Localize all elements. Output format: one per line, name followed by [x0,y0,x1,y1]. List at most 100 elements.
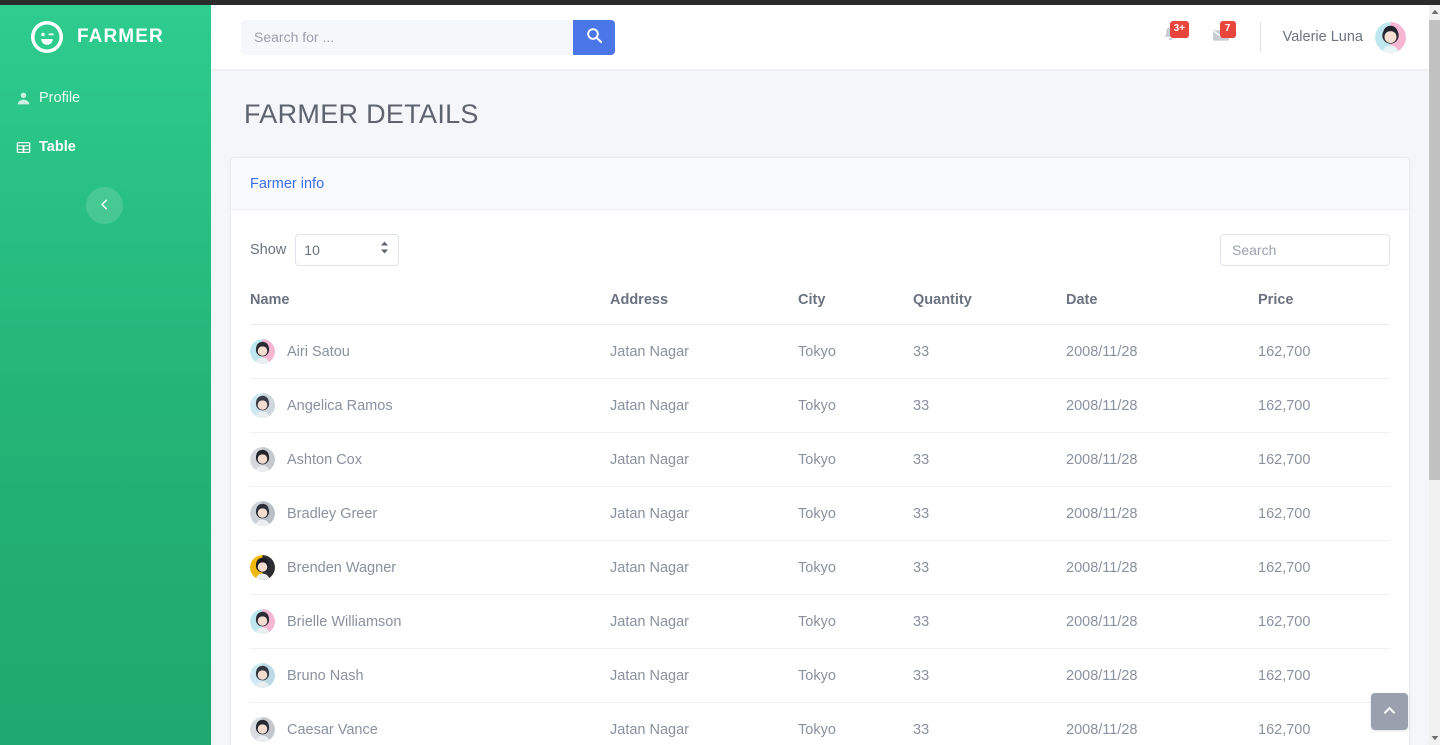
cell-city: Tokyo [798,378,913,433]
cell-date: 2008/11/28 [1066,594,1258,649]
show-label: Show [250,241,287,258]
row-avatar [250,339,275,364]
cell-price: 162,700 [1258,648,1390,703]
notifications-button[interactable]: 3+ [1154,20,1190,54]
cell-date: 2008/11/28 [1066,540,1258,595]
row-avatar [250,501,275,526]
cell-name: Ashton Cox [250,432,610,487]
table-row[interactable]: Angelica Ramos Jatan Nagar Tokyo 33 2008/11/… [250,378,1390,433]
column-header-quantity[interactable]: Quantity [913,282,1066,325]
cell-city: Tokyo [798,648,913,703]
table-row[interactable]: Brielle Williamson Jatan Nagar Tokyo 33 2008… [250,594,1390,649]
sidebar-item-table[interactable]: Table [0,130,211,164]
cell-quantity: 33 [913,540,1066,595]
card-body: Show 10 25 50 100 [231,210,1409,745]
table-row[interactable]: Airi Satou Jatan Nagar Tokyo 33 2008/11/28 16… [250,324,1390,379]
column-header-price[interactable]: Price [1258,282,1390,325]
column-header-city[interactable]: City [798,282,913,325]
cell-quantity: 33 [913,378,1066,433]
row-name-text: Caesar Vance [287,721,378,738]
column-header-date[interactable]: Date [1066,282,1258,325]
chevron-up-icon [1382,703,1397,721]
cell-date: 2008/11/28 [1066,648,1258,703]
column-header-name[interactable]: Name [250,282,610,325]
row-name-text: Airi Satou [287,343,350,360]
table-search-input[interactable] [1220,233,1390,266]
main-area: 3+ 7 Valerie Luna [211,5,1429,745]
cell-quantity: 33 [913,702,1066,745]
top-header: 3+ 7 Valerie Luna [211,5,1429,69]
cell-address: Jatan Nagar [610,594,798,649]
sidebar: FARMER Profile Table [0,5,211,745]
search-input[interactable] [241,19,573,55]
messages-button[interactable]: 7 [1204,20,1238,54]
cell-price: 162,700 [1258,378,1390,433]
table-row[interactable]: Bradley Greer Jatan Nagar Tokyo 33 2008/11/2… [250,486,1390,541]
cell-price: 162,700 [1258,324,1390,379]
cell-city: Tokyo [798,702,913,745]
sidebar-item-label: Profile [39,90,81,106]
table-row[interactable]: Bruno Nash Jatan Nagar Tokyo 33 2008/11/28 16… [250,648,1390,703]
cell-quantity: 33 [913,648,1066,703]
cell-quantity: 33 [913,486,1066,541]
cell-address: Jatan Nagar [610,702,798,745]
user-name: Valerie Luna [1282,29,1363,45]
cell-address: Jatan Nagar [610,648,798,703]
scrollbar-thumb[interactable] [1429,20,1440,480]
cell-quantity: 33 [913,432,1066,487]
row-avatar [250,663,275,688]
cell-name: Bradley Greer [250,486,610,541]
cell-date: 2008/11/28 [1066,432,1258,487]
cell-price: 162,700 [1258,486,1390,541]
header-right-cluster: 3+ 7 Valerie Luna [1154,5,1406,69]
row-avatar [250,609,275,634]
brand[interactable]: FARMER [0,5,211,68]
cell-name: Caesar Vance [250,702,610,745]
sidebar-nav: Profile Table [0,81,211,164]
row-name-text: Brenden Wagner [287,559,397,576]
cell-address: Jatan Nagar [610,540,798,595]
cell-date: 2008/11/28 [1066,378,1258,433]
scrollbar-down-arrow-icon[interactable] [1429,732,1440,744]
cell-name: Brenden Wagner [250,540,610,595]
row-name-text: Ashton Cox [287,451,362,468]
search-button[interactable] [573,19,615,55]
cell-name: Bruno Nash [250,648,610,703]
page-length-select[interactable]: 10 25 50 100 [295,233,400,266]
row-avatar [250,447,275,472]
page-content: FARMER DETAILS Farmer info Show 10 25 50 [211,99,1429,745]
global-search [241,19,615,55]
cell-name: Angelica Ramos [250,378,610,433]
messages-badge: 7 [1219,21,1236,38]
table-grid-icon [15,139,32,156]
sidebar-collapse-button[interactable] [86,187,123,224]
card-header-title: Farmer info [250,175,325,192]
cell-date: 2008/11/28 [1066,702,1258,745]
cell-price: 162,700 [1258,432,1390,487]
row-name-text: Brielle Williamson [287,613,402,630]
cell-address: Jatan Nagar [610,486,798,541]
column-header-address[interactable]: Address [610,282,798,325]
sidebar-item-profile[interactable]: Profile [0,81,211,115]
brand-name: FARMER [77,25,164,47]
cell-address: Jatan Nagar [610,324,798,379]
scrollbar-up-arrow-icon[interactable] [1429,6,1440,18]
page-scrollbar[interactable] [1429,5,1440,745]
table-row[interactable]: Brenden Wagner Jatan Nagar Tokyo 33 2008/11/… [250,540,1390,595]
table-row[interactable]: Caesar Vance Jatan Nagar Tokyo 33 2008/11/28… [250,702,1390,745]
notifications-badge: 3+ [1169,21,1190,38]
avatar[interactable] [1375,21,1406,53]
cell-quantity: 33 [913,594,1066,649]
table-body: Airi Satou Jatan Nagar Tokyo 33 2008/11/28 16… [250,324,1390,745]
chevron-left-icon [98,198,111,214]
table-row[interactable]: Ashton Cox Jatan Nagar Tokyo 33 2008/11/28 16… [250,432,1390,487]
search-icon [586,27,603,47]
scroll-to-top-button[interactable] [1371,693,1408,730]
header-divider [1259,22,1261,52]
sidebar-item-label: Table [39,139,76,155]
browser-chrome-strip [0,0,1440,5]
farmer-table: Name Address City Quantity Date Price Ai… [250,282,1390,745]
cell-address: Jatan Nagar [610,432,798,487]
table-controls: Show 10 25 50 100 [250,229,1390,270]
cell-price: 162,700 [1258,540,1390,595]
